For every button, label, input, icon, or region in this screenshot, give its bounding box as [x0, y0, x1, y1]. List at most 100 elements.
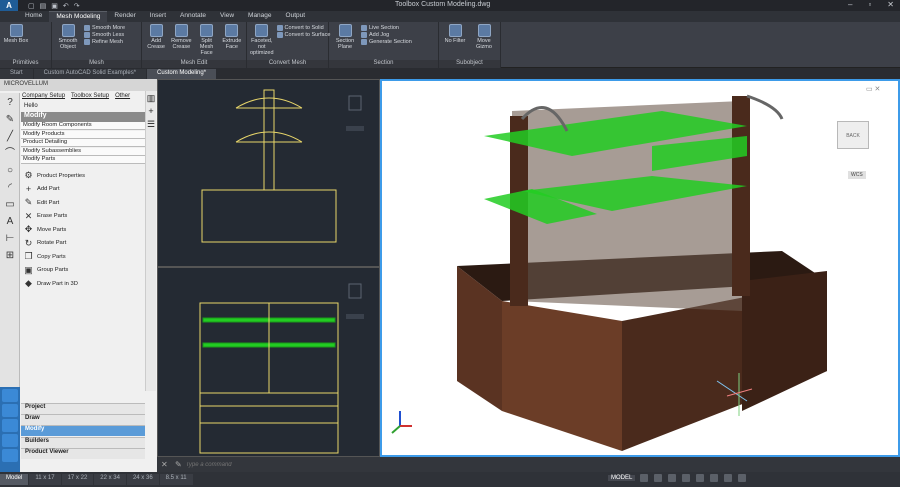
ribbon-small-icon	[84, 39, 90, 45]
model-space-indicator[interactable]: MODEL	[608, 475, 636, 481]
circle-icon[interactable]: ○	[3, 164, 17, 178]
palette-section[interactable]: Product Viewer	[21, 447, 145, 459]
tab-company-setup[interactable]: Company Setup	[22, 93, 65, 99]
palette-item-label: Group Parts	[37, 267, 69, 273]
document-tab[interactable]: Custom Modeling*	[147, 69, 217, 79]
app-logo[interactable]: A	[0, 0, 18, 11]
palette-category[interactable]: Modify Parts	[21, 156, 145, 164]
text-icon[interactable]: A	[3, 215, 17, 229]
ribbon-small-button[interactable]: Generate Section	[361, 39, 412, 45]
ortho-icon[interactable]	[668, 474, 676, 482]
palette-item[interactable]: ⚙ Product Properties	[24, 171, 85, 180]
ribbon-small-label: Generate Section	[369, 39, 412, 45]
layout-tab[interactable]: 22 x 34	[94, 474, 126, 485]
arc-icon[interactable]: ◜	[3, 181, 17, 195]
palette-section[interactable]: Draw	[21, 414, 145, 426]
palette-category[interactable]: Modify Subassemblies	[21, 147, 145, 156]
layout-tab[interactable]: 11 x 17	[29, 474, 61, 485]
close-command-icon[interactable]: ✕	[161, 460, 171, 470]
ribbon-small-button[interactable]: Smooth More	[84, 25, 125, 31]
builders-icon[interactable]	[2, 434, 18, 447]
lineweight-icon[interactable]	[710, 474, 718, 482]
palette-item-icon: ▣	[24, 264, 33, 275]
project-icon[interactable]	[2, 389, 18, 402]
tab-toolbox-setup[interactable]: Toolbox Setup	[71, 93, 109, 99]
grid-icon[interactable]	[640, 474, 648, 482]
polyline-icon[interactable]: ⌒	[3, 147, 17, 161]
ribbon-button-icon	[255, 24, 269, 37]
palette-item-icon: +	[25, 183, 32, 194]
ribbon-tab[interactable]: Render	[107, 11, 142, 22]
palette-item[interactable]: + Add Part	[24, 183, 60, 194]
ribbon-tab[interactable]: Annotate	[173, 11, 213, 22]
layout-tab[interactable]: Model	[0, 474, 29, 485]
ribbon-tab[interactable]: Mesh Modeling	[49, 11, 108, 22]
palette-item[interactable]: ✥ Move Parts	[24, 225, 67, 234]
palette-item[interactable]: ❐ Copy Parts	[24, 252, 65, 261]
ribbon-tab[interactable]: Manage	[241, 11, 279, 22]
add-icon[interactable]: +	[146, 106, 156, 117]
polar-icon[interactable]	[682, 474, 690, 482]
ribbon-small-button[interactable]: Convert to Solid	[276, 25, 331, 31]
annotation-icon[interactable]	[724, 474, 732, 482]
palette-item[interactable]: ✕ Erase Parts	[24, 211, 68, 221]
undo-icon[interactable]: ↶	[63, 2, 69, 10]
layout-tab[interactable]: 24 x 36	[126, 474, 159, 485]
layout-tab[interactable]: 17 x 22	[61, 474, 94, 485]
rectangle-icon[interactable]: ▭	[3, 198, 17, 212]
ribbon-tab[interactable]: Output	[279, 11, 313, 22]
layout-tab[interactable]: 8.5 x 11	[159, 474, 193, 485]
command-input[interactable]	[185, 459, 486, 470]
draw-icon[interactable]	[2, 404, 18, 417]
viewcube[interactable]: BACK	[837, 121, 869, 149]
palette-section[interactable]: Project	[21, 403, 145, 414]
command-customize-icon[interactable]: ✎	[175, 460, 182, 469]
palette-category[interactable]: Modify Products	[21, 130, 145, 139]
ribbon-small-button[interactable]: Refine Mesh	[84, 39, 125, 45]
save-icon[interactable]: ▣	[51, 2, 58, 10]
minimize-icon[interactable]: –	[848, 0, 852, 9]
viewport-controls-icon[interactable]: ▭ ✕	[866, 85, 880, 93]
palette-category[interactable]: Product Detailing	[21, 139, 145, 147]
document-tab[interactable]: Custom AutoCAD Solid Examples*	[33, 69, 147, 79]
line-icon[interactable]: ╱	[3, 130, 17, 144]
palette-category[interactable]: Modify Room Components	[21, 122, 145, 130]
palette-section[interactable]: Modify	[21, 425, 145, 437]
snap-icon[interactable]	[654, 474, 662, 482]
viewport-elevation[interactable]	[157, 79, 380, 267]
dimension-icon[interactable]: ⊢	[3, 232, 17, 246]
library-icon[interactable]: ▥	[146, 93, 156, 104]
block-icon[interactable]: ⊞	[3, 249, 17, 263]
palette-header: MICROVELLUM	[0, 79, 157, 91]
ribbon-tab[interactable]: Home	[18, 11, 49, 22]
palette-section[interactable]: Builders	[21, 436, 145, 448]
palette-item[interactable]: ✎ Edit Part	[24, 198, 60, 207]
palette-item[interactable]: ◆ Draw Part in 3D	[24, 279, 78, 288]
palette-item[interactable]: ▣ Group Parts	[24, 264, 69, 275]
redo-icon[interactable]: ↷	[74, 2, 80, 10]
close-icon[interactable]: ✕	[887, 0, 894, 9]
ribbon-small-button[interactable]: Add Jog	[361, 32, 412, 38]
wcs-label[interactable]: WCS	[848, 171, 866, 179]
help-icon[interactable]: ?	[3, 96, 17, 110]
osnap-icon[interactable]	[696, 474, 704, 482]
maximize-icon[interactable]: ▫	[868, 0, 871, 9]
workspace-icon[interactable]	[738, 474, 746, 482]
viewport-front[interactable]	[157, 267, 380, 457]
document-tab[interactable]: Start	[0, 69, 33, 79]
new-icon[interactable]: ▢	[28, 2, 35, 10]
ribbon-small-button[interactable]: Smooth Less	[84, 32, 125, 38]
palette-item[interactable]: ↻ Rotate Part	[24, 238, 67, 248]
tab-other[interactable]: Other	[115, 93, 130, 99]
ribbon-tab[interactable]: View	[213, 11, 241, 22]
ribbon-tab[interactable]: Insert	[143, 11, 173, 22]
viewport-3d[interactable]: BACK WCS ▭ ✕	[380, 79, 900, 457]
list-icon[interactable]: ☰	[146, 119, 156, 130]
open-icon[interactable]: ▤	[40, 2, 47, 10]
ribbon-small-button[interactable]: Live Section	[361, 25, 412, 31]
ribbon-small-button[interactable]: Convert to Surface	[276, 32, 330, 38]
brush-icon[interactable]: ✎	[3, 113, 17, 127]
modify-icon[interactable]	[2, 419, 18, 432]
elevation-drawing	[201, 89, 364, 243]
settings-icon[interactable]	[2, 449, 18, 462]
